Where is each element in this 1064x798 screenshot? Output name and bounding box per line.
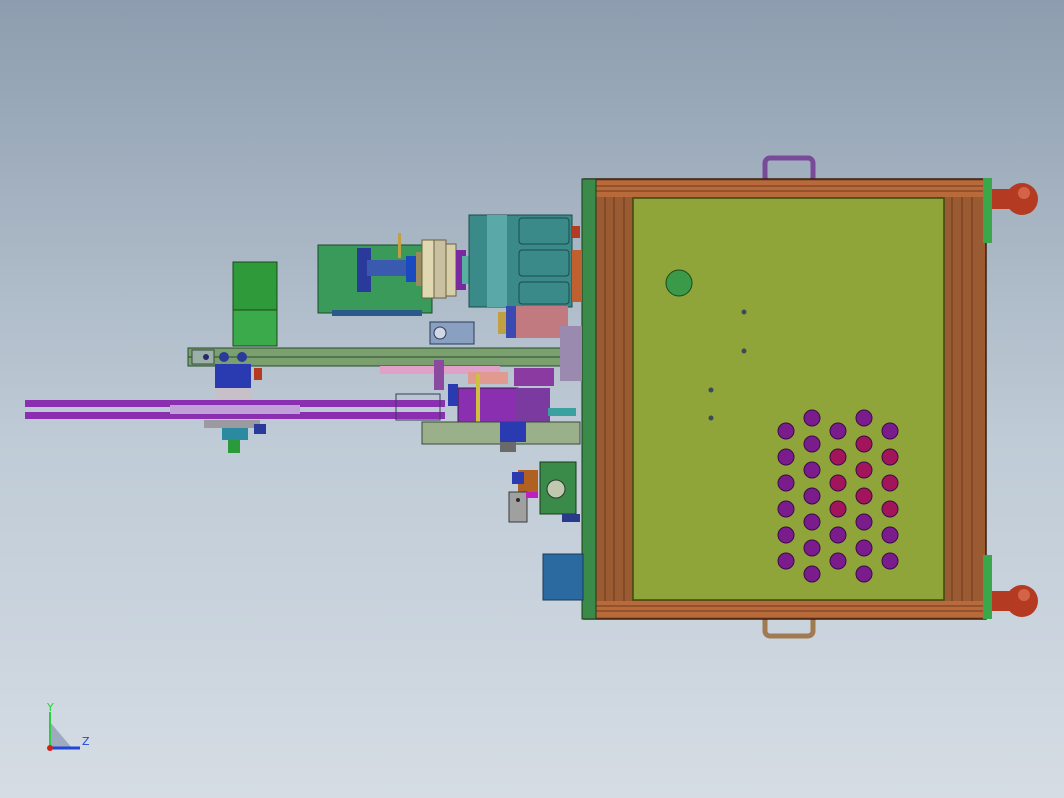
panel-hole — [881, 422, 899, 440]
panel-hole — [803, 461, 821, 479]
bottom-knob — [992, 585, 1038, 617]
right-post — [944, 197, 984, 601]
right-end-plate-top — [983, 178, 992, 243]
top-rail — [595, 181, 984, 197]
screw — [741, 309, 747, 315]
panel-hole — [803, 539, 821, 557]
panel-hole — [829, 422, 847, 440]
triad-y-label: Y — [46, 701, 54, 714]
panel-hole — [803, 565, 821, 583]
spindle-assembly — [317, 214, 582, 316]
panel-hole — [829, 474, 847, 492]
panel-hole — [829, 500, 847, 518]
panel-hole — [881, 448, 899, 466]
panel-hole — [777, 552, 795, 570]
panel-hole — [829, 526, 847, 544]
cad-viewport[interactable]: Y Z — [0, 0, 1064, 798]
panel-hole — [777, 448, 795, 466]
panel-hole — [855, 487, 873, 505]
panel-hole — [881, 552, 899, 570]
green-motor — [232, 261, 278, 311]
bottom-rail — [595, 601, 984, 617]
panel-hole — [855, 435, 873, 453]
screw — [741, 348, 747, 354]
panel-hole — [803, 513, 821, 531]
panel-hole — [855, 565, 873, 583]
panel-hole — [855, 513, 873, 531]
panel-hole — [803, 487, 821, 505]
panel-hole — [855, 461, 873, 479]
pulley-disc — [433, 239, 447, 299]
panel-hole — [777, 526, 795, 544]
triad-z-label: Z — [82, 735, 90, 748]
screw — [708, 415, 714, 421]
panel-hole — [777, 500, 795, 518]
panel-hole — [855, 539, 873, 557]
blue-box — [542, 553, 584, 601]
screw — [708, 387, 714, 393]
panel-hole — [855, 409, 873, 427]
panel-hole — [777, 422, 795, 440]
pulley-disc — [421, 239, 435, 299]
panel-hole — [803, 409, 821, 427]
pulley-disc — [445, 243, 457, 297]
panel-hole — [829, 552, 847, 570]
right-end-plate-bottom — [983, 555, 992, 619]
panel-hole — [777, 474, 795, 492]
panel-round-hole — [665, 269, 693, 297]
coordinate-triad-icon: Y Z — [46, 701, 90, 751]
panel-hole — [803, 435, 821, 453]
panel-hole — [881, 474, 899, 492]
spindle-housing — [468, 214, 573, 308]
box-assembly — [581, 155, 1038, 639]
top-knob — [992, 183, 1038, 215]
panel-hole — [829, 448, 847, 466]
panel-hole — [881, 526, 899, 544]
pulley-disc — [416, 252, 422, 286]
left-end-plate — [581, 178, 597, 620]
assembly-drawing[interactable]: Y Z — [0, 0, 1064, 798]
blue-cylinder — [215, 364, 251, 388]
left-post — [597, 197, 633, 601]
panel-hole — [881, 500, 899, 518]
